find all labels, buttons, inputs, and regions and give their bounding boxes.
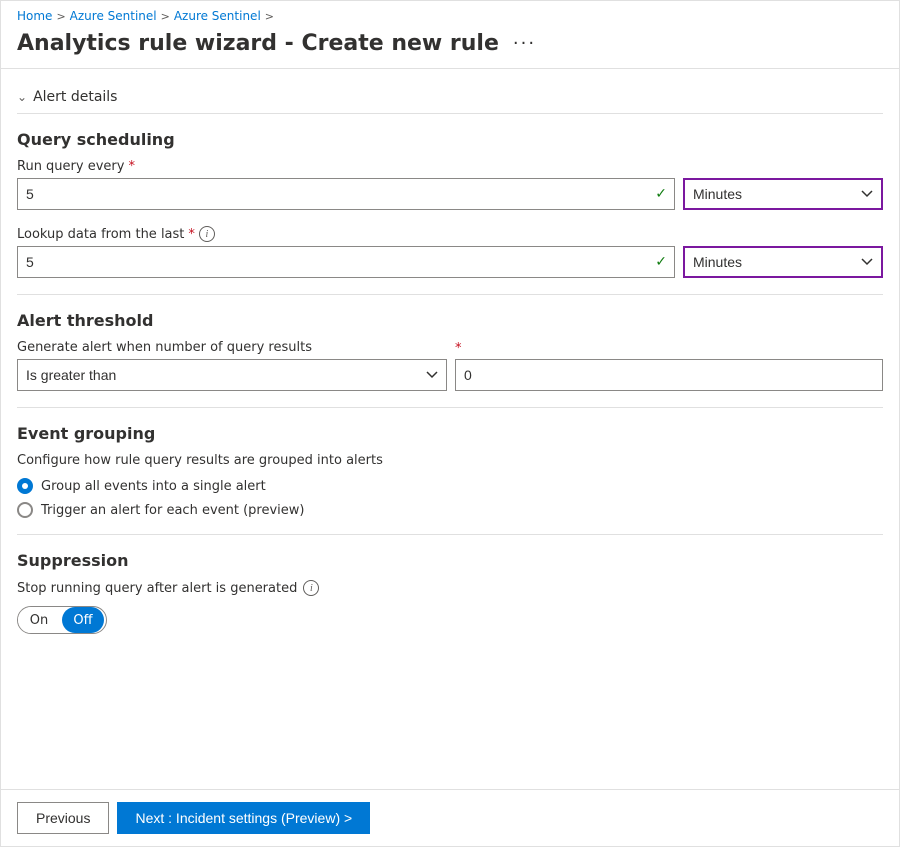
radio-single-alert-circle <box>17 478 33 494</box>
lookup-data-inputs: ✓ Minutes Hours Days <box>17 246 883 278</box>
run-query-unit-select[interactable]: Minutes Hours Days <box>683 178 883 210</box>
suppression-title: Suppression <box>17 551 883 570</box>
run-query-unit-wrapper: Minutes Hours Days <box>683 178 883 210</box>
lookup-data-unit-wrapper: Minutes Hours Days <box>683 246 883 278</box>
threshold-required-star: * <box>455 341 462 356</box>
collapse-icon: ⌄ <box>17 90 27 104</box>
top-divider <box>1 68 899 69</box>
suppression-info-icon[interactable]: i <box>303 580 319 596</box>
breadcrumb: Home > Azure Sentinel > Azure Sentinel > <box>1 1 899 27</box>
radio-each-event-circle <box>17 502 33 518</box>
breadcrumb-sep-2: > <box>161 10 170 23</box>
ellipsis-menu-button[interactable]: ··· <box>507 31 542 56</box>
breadcrumb-sep-3: > <box>265 10 274 23</box>
lookup-data-required: * <box>188 227 195 242</box>
radio-single-alert-label: Group all events into a single alert <box>41 479 266 494</box>
breadcrumb-sentinel-1[interactable]: Azure Sentinel <box>70 9 157 23</box>
run-query-inputs: ✓ Minutes Hours Days <box>17 178 883 210</box>
query-scheduling-section: Query scheduling Run query every * ✓ Min… <box>17 130 883 278</box>
threshold-row: Is greater than Is less than Is equal to… <box>17 359 883 391</box>
page-container: Home > Azure Sentinel > Azure Sentinel >… <box>0 0 900 847</box>
lookup-data-input[interactable] <box>17 246 675 278</box>
run-query-input[interactable] <box>17 178 675 210</box>
event-grouping-title: Event grouping <box>17 424 883 443</box>
event-grouping-radio-group: Group all events into a single alert Tri… <box>17 478 883 518</box>
run-query-field-group: Run query every * ✓ Minutes Hours Days <box>17 159 883 210</box>
toggle-on-option[interactable]: On <box>18 607 60 633</box>
breadcrumb-sentinel-2[interactable]: Azure Sentinel <box>174 9 261 23</box>
threshold-condition-label: Generate alert when number of query resu… <box>17 340 883 355</box>
alert-threshold-title: Alert threshold <box>17 311 883 330</box>
breadcrumb-home[interactable]: Home <box>17 9 52 23</box>
footer-bar: Previous Next : Incident settings (Previ… <box>1 789 899 846</box>
suppression-divider <box>17 534 883 535</box>
suppression-section: Suppression Stop running query after ale… <box>17 551 883 634</box>
alert-threshold-section: Alert threshold Generate alert when numb… <box>17 311 883 391</box>
previous-button[interactable]: Previous <box>17 802 109 834</box>
threshold-condition-select[interactable]: Is greater than Is less than Is equal to… <box>17 359 447 391</box>
alert-details-divider <box>17 113 883 114</box>
run-query-label: Run query every * <box>17 159 883 174</box>
threshold-condition-wrapper: Is greater than Is less than Is equal to… <box>17 359 447 391</box>
threshold-value-wrapper: * <box>455 359 883 391</box>
suppression-toggle[interactable]: On Off <box>17 606 107 634</box>
breadcrumb-sep-1: > <box>56 10 65 23</box>
query-scheduling-title: Query scheduling <box>17 130 883 149</box>
run-query-value-wrapper: ✓ <box>17 178 675 210</box>
page-title: Analytics rule wizard - Create new rule <box>17 31 499 56</box>
next-button[interactable]: Next : Incident settings (Preview) > <box>117 802 370 834</box>
lookup-data-check-icon: ✓ <box>655 254 667 270</box>
lookup-data-info-icon[interactable]: i <box>199 226 215 242</box>
radio-single-alert[interactable]: Group all events into a single alert <box>17 478 883 494</box>
lookup-data-label: Lookup data from the last * i <box>17 226 883 242</box>
radio-each-event-label: Trigger an alert for each event (preview… <box>41 503 305 518</box>
alert-details-header[interactable]: ⌄ Alert details <box>17 81 883 113</box>
main-content: ⌄ Alert details Query scheduling Run que… <box>1 81 899 789</box>
event-grouping-section: Event grouping Configure how rule query … <box>17 424 883 518</box>
event-grouping-divider <box>17 407 883 408</box>
lookup-data-unit-select[interactable]: Minutes Hours Days <box>683 246 883 278</box>
run-query-required: * <box>128 159 135 174</box>
threshold-divider <box>17 294 883 295</box>
page-title-row: Analytics rule wizard - Create new rule … <box>1 27 899 68</box>
event-grouping-description: Configure how rule query results are gro… <box>17 453 883 468</box>
suppression-description: Stop running query after alert is genera… <box>17 580 883 596</box>
lookup-data-field-group: Lookup data from the last * i ✓ Minutes … <box>17 226 883 278</box>
run-query-check-icon: ✓ <box>655 186 667 202</box>
radio-each-event[interactable]: Trigger an alert for each event (preview… <box>17 502 883 518</box>
lookup-data-value-wrapper: ✓ <box>17 246 675 278</box>
threshold-value-input[interactable] <box>455 359 883 391</box>
alert-details-label: Alert details <box>33 89 117 105</box>
toggle-off-option[interactable]: Off <box>62 607 104 633</box>
